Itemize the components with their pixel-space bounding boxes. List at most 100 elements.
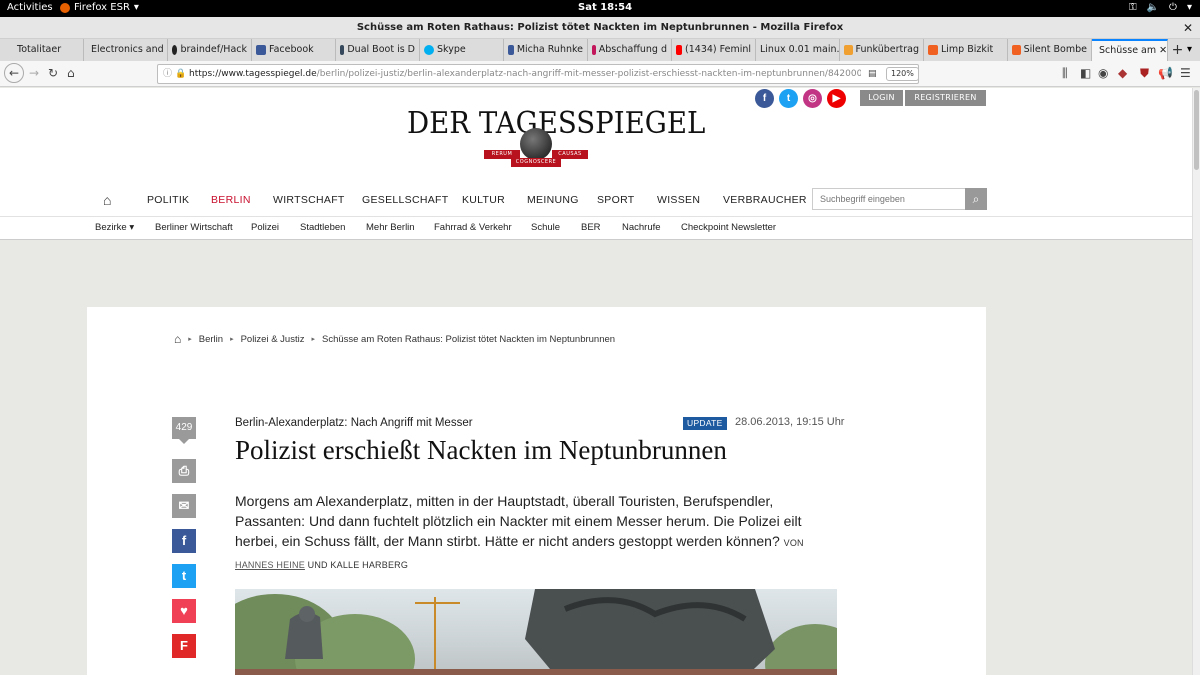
article-photo[interactable] (235, 589, 837, 675)
tab[interactable]: Funkübertrag (840, 39, 924, 61)
library-icon[interactable]: ⫼ (1062, 66, 1068, 81)
tab-label: Schüsse am (1099, 45, 1157, 56)
register-button[interactable]: REGISTRIEREN (905, 90, 986, 106)
tab[interactable]: Abschaffung d (588, 39, 672, 61)
nav-item-verbraucher[interactable]: VERBRAUCHER (723, 194, 807, 206)
tab[interactable]: Silent Bombe (1008, 39, 1092, 61)
subnav-item-polizei[interactable]: Polizei (251, 222, 279, 233)
home-button[interactable]: ⌂ (67, 66, 75, 80)
network-icon: ⚿ (1128, 2, 1137, 13)
instagram-icon[interactable]: ◎ (803, 89, 822, 108)
author-link[interactable]: HANNES HEINE (235, 560, 305, 570)
sidebar-icon[interactable]: ◧ (1080, 66, 1091, 80)
subnav-item-schule[interactable]: Schule (531, 222, 560, 233)
breadcrumb-item[interactable]: Berlin (199, 334, 223, 345)
nav-item-berlin[interactable]: BERLIN (211, 194, 251, 206)
power-icon: ⏻ (1169, 2, 1177, 13)
nav-item-kultur[interactable]: KULTUR (462, 194, 505, 206)
tab-active[interactable]: Schüsse am ✕ (1092, 39, 1168, 61)
nav-item-meinung[interactable]: MEINUNG (527, 194, 579, 206)
nav-item-wirtschaft[interactable]: WIRTSCHAFT (273, 194, 345, 206)
extension-icon[interactable]: ◆ (1118, 66, 1127, 80)
email-icon[interactable]: ✉ (172, 494, 196, 518)
reload-button[interactable]: ↻ (48, 66, 58, 80)
tab[interactable]: Linux 0.01 main.c (756, 39, 840, 61)
twitter-icon[interactable]: t (779, 89, 798, 108)
tab-list-icon[interactable]: ▾ (1187, 39, 1200, 61)
tab[interactable]: Totalitaer (0, 39, 84, 61)
facebook-icon[interactable]: f (755, 89, 774, 108)
tab[interactable]: Limp Bizkit (924, 39, 1008, 61)
tab[interactable]: Dual Boot is D (336, 39, 420, 61)
nav-item-politik[interactable]: POLITIK (147, 194, 189, 206)
article-headline: Polizist erschießt Nackten im Neptunbrun… (235, 435, 727, 465)
tab[interactable]: braindef/Hack (168, 39, 252, 61)
byline-rest: UND KALLE HARBERG (307, 560, 409, 570)
tab[interactable]: (1434) Feminl (672, 39, 756, 61)
tab-label: Skype (437, 44, 466, 55)
account-icon[interactable]: ◉ (1098, 66, 1108, 80)
info-icon[interactable]: ⓘ (163, 65, 172, 83)
search-input[interactable] (813, 189, 965, 209)
tab-label: Dual Boot is D (347, 44, 415, 55)
clock[interactable]: Sat 18:54 (578, 2, 632, 13)
login-button[interactable]: LOGIN (860, 90, 903, 106)
close-window-button[interactable]: ✕ (1183, 17, 1193, 39)
print-icon[interactable]: ⎙ (172, 459, 196, 483)
megaphone-icon[interactable]: 📢 (1158, 66, 1173, 80)
back-button[interactable]: ← (4, 63, 24, 83)
facebook-icon (256, 45, 266, 55)
tab-favicon-icon (4, 45, 14, 55)
pocket-share-icon[interactable]: ♥ (172, 599, 196, 623)
subnav-item-ber[interactable]: BER (581, 222, 601, 233)
app-menu[interactable]: Firefox ESR ▾ (60, 2, 139, 13)
search-icon[interactable]: ⌕ (965, 188, 987, 210)
menu-icon[interactable]: ☰ (1180, 66, 1191, 80)
reader-view-icon[interactable]: ▤ (868, 65, 877, 83)
nav-item-wissen[interactable]: WISSEN (657, 194, 700, 206)
subnav-item-wirtschaft[interactable]: Berliner Wirtschaft (155, 222, 233, 233)
lock-icon[interactable]: 🔒 (175, 65, 186, 83)
home-icon[interactable]: ⌂ (174, 332, 181, 346)
firefox-icon (60, 2, 70, 13)
url-text[interactable]: https://www.tagesspiegel.de/berlin/poliz… (189, 65, 861, 83)
youtube-icon[interactable]: ▶ (827, 89, 846, 108)
twitter-share-icon[interactable]: t (172, 564, 196, 588)
nav-item-gesellschaft[interactable]: GESELLSCHAFT (362, 194, 448, 206)
ublock-icon[interactable]: ⛊ (1140, 66, 1149, 81)
system-tray[interactable]: ⚿ 🔈 ⏻ ▾ (1129, 2, 1192, 13)
new-tab-button[interactable]: + (1168, 39, 1187, 61)
subnav-item-fahrrad[interactable]: Fahrrad & Verkehr (434, 222, 512, 233)
app-name: Firefox ESR (74, 2, 130, 13)
logo-text: DER TAGESSPIEGEL (407, 106, 706, 141)
close-tab-icon[interactable]: ✕ (1159, 42, 1167, 60)
nav-item-sport[interactable]: SPORT (597, 194, 634, 206)
vertical-scrollbar[interactable] (1192, 88, 1200, 675)
tab[interactable]: Facebook (252, 39, 336, 61)
url-path: /berlin/polizei-justiz/berlin-alexanderp… (316, 69, 861, 79)
tab[interactable]: Electronics and B (84, 39, 168, 61)
subnav-item-stadtleben[interactable]: Stadtleben (300, 222, 345, 233)
activities-button[interactable]: Activities (7, 2, 53, 13)
chevron-down-icon: ▾ (1186, 2, 1192, 13)
home-icon[interactable]: ⌂ (103, 192, 111, 208)
flipboard-share-icon[interactable]: F (172, 634, 196, 658)
youtube-icon (676, 45, 683, 55)
subnav-item-mehr-berlin[interactable]: Mehr Berlin (366, 222, 415, 233)
tab[interactable]: Skype (420, 39, 504, 61)
window-title: Schüsse am Roten Rathaus: Polizist tötet… (356, 22, 844, 33)
tab[interactable]: Micha Ruhnke (504, 39, 588, 61)
subnav-item-checkpoint[interactable]: Checkpoint Newsletter (681, 222, 776, 233)
subnav-item-bezirke[interactable]: Bezirke ▾ (95, 222, 134, 233)
breadcrumb-current: Schüsse am Roten Rathaus: Polizist tötet… (321, 333, 616, 345)
site-header: f t ◎ ▶ LOGIN REGISTRIEREN DER TAGESSPIE… (0, 88, 1192, 240)
breadcrumb-item[interactable]: Polizei & Justiz (241, 334, 305, 345)
zoom-indicator[interactable]: 120% (886, 67, 918, 81)
facebook-share-icon[interactable]: f (172, 529, 196, 553)
forward-button[interactable]: → (29, 66, 39, 80)
tab-label: Facebook (269, 44, 314, 55)
subnav-item-nachrufe[interactable]: Nachrufe (622, 222, 661, 233)
url-bar[interactable]: ⓘ 🔒 https://www.tagesspiegel.de/berlin/p… (157, 64, 919, 84)
scrollbar-thumb[interactable] (1194, 90, 1199, 170)
site-logo[interactable]: DER TAGESSPIEGEL RERUM CAUSAS COGNOSCERE (407, 106, 705, 168)
